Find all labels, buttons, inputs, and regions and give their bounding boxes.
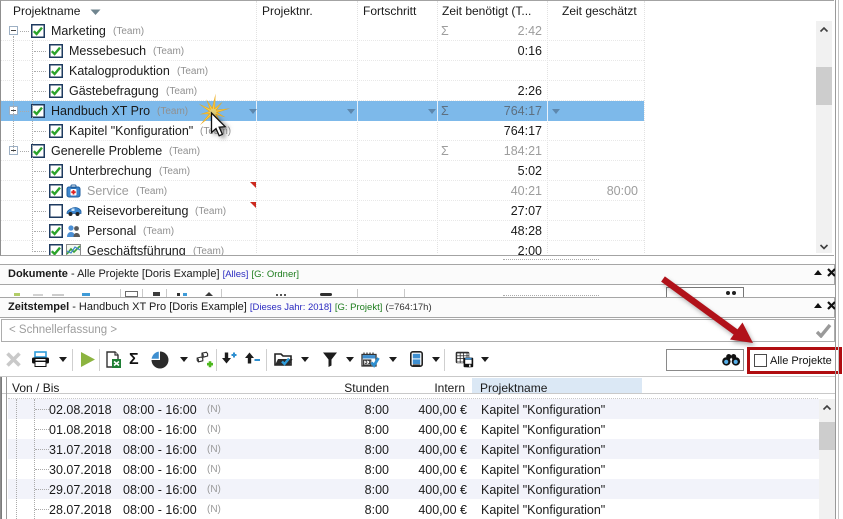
svg-text:31: 31	[364, 360, 371, 366]
